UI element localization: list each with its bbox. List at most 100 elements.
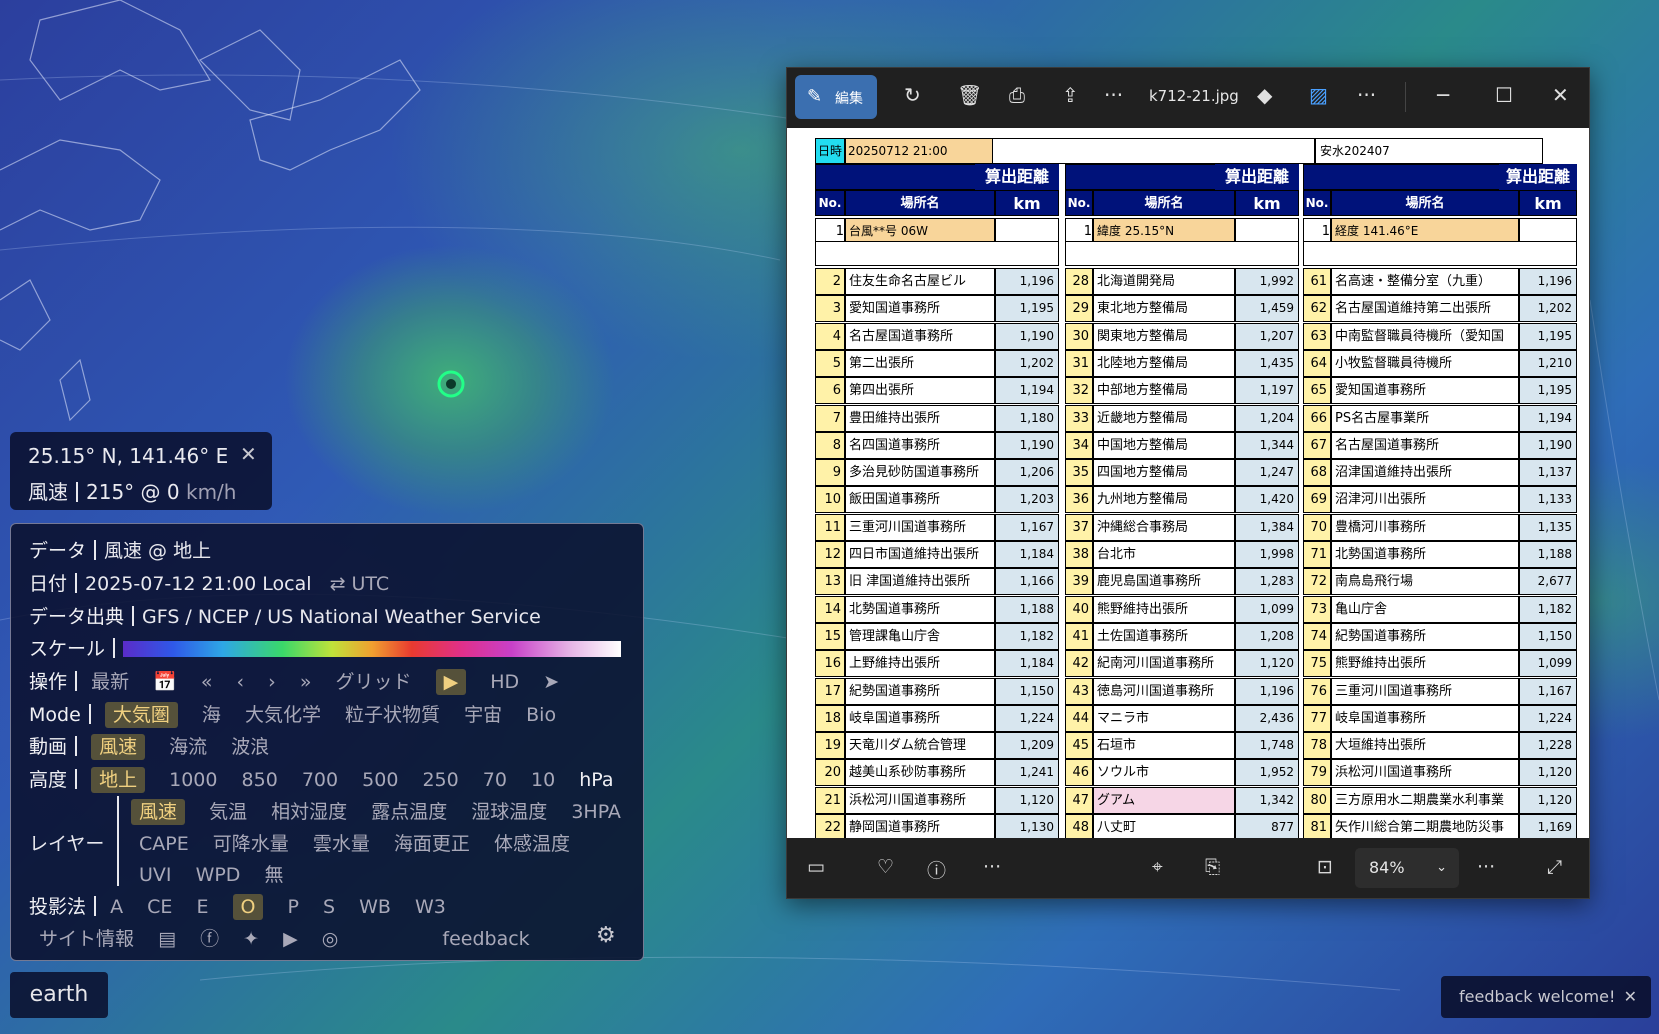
locate-icon[interactable]: ➤ bbox=[543, 671, 559, 693]
text-extract-icon[interactable]: ⎘ bbox=[1205, 856, 1220, 878]
row-distance-km: 1,203 bbox=[995, 486, 1059, 514]
back-far-icon[interactable]: « bbox=[201, 671, 213, 693]
row-place-name: 浜松河川国道事務所 bbox=[845, 786, 995, 814]
proj-ce[interactable]: CE bbox=[147, 896, 172, 918]
close-window-icon[interactable]: ✕ bbox=[1552, 83, 1569, 107]
mode-particulates[interactable]: 粒子状物質 bbox=[345, 704, 440, 726]
row-distance-km: 1,137 bbox=[1519, 459, 1577, 487]
layer-none[interactable]: 無 bbox=[264, 864, 283, 886]
layer-3hpa[interactable]: 3HPA bbox=[571, 801, 621, 823]
height-500[interactable]: 500 bbox=[362, 769, 398, 791]
forward-far-icon[interactable]: » bbox=[300, 671, 312, 693]
mode-atmosphere[interactable]: 大気圏 bbox=[104, 702, 178, 728]
visual-search-icon[interactable]: ⌖ bbox=[1152, 856, 1163, 878]
back-icon[interactable]: ‹ bbox=[237, 671, 245, 693]
proj-p[interactable]: P bbox=[288, 896, 299, 918]
utc-toggle[interactable]: ⇄ UTC bbox=[330, 573, 390, 595]
layer-wpd[interactable]: WPD bbox=[196, 864, 241, 886]
image-canvas[interactable]: 日時 20250712 21:00 安水202407 算出距離 No. 場所名 km 1… bbox=[787, 128, 1589, 838]
row-distance-km: 1,182 bbox=[995, 622, 1059, 650]
layer-cloud-water[interactable]: 雲水量 bbox=[313, 833, 370, 855]
layer-wetbulb[interactable]: 湿球温度 bbox=[471, 801, 547, 823]
proj-e[interactable]: E bbox=[196, 896, 208, 918]
proj-a[interactable]: A bbox=[110, 896, 123, 918]
anim-currents[interactable]: 海流 bbox=[169, 736, 207, 758]
info-icon[interactable]: ⓘ bbox=[927, 856, 946, 883]
mode-ocean[interactable]: 海 bbox=[202, 704, 221, 726]
play-icon[interactable]: ▶ bbox=[435, 669, 467, 695]
layer-cape[interactable]: CAPE bbox=[139, 833, 189, 855]
mode-space[interactable]: 宇宙 bbox=[464, 704, 502, 726]
fullscreen-icon[interactable]: ⤢ bbox=[1547, 856, 1562, 878]
filmstrip-icon[interactable]: ▭ bbox=[807, 856, 825, 878]
row-place-name: 四国地方整備局 bbox=[1093, 459, 1235, 487]
bluesky-icon[interactable]: ✦ bbox=[243, 928, 259, 950]
row-no: 22 bbox=[815, 814, 845, 838]
share-icon[interactable]: ⇪ bbox=[1062, 83, 1079, 107]
proj-w3[interactable]: W3 bbox=[415, 896, 446, 918]
more-options-icon[interactable]: ··· bbox=[1357, 83, 1376, 107]
proj-wb[interactable]: WB bbox=[359, 896, 391, 918]
anim-wind[interactable]: 風速 bbox=[91, 734, 146, 760]
grid-button[interactable]: グリッド bbox=[336, 671, 412, 693]
feedback-link[interactable]: feedback bbox=[442, 928, 529, 950]
row-no: 73 bbox=[1303, 595, 1331, 623]
youtube-icon[interactable]: ▶ bbox=[283, 928, 298, 950]
proj-s[interactable]: S bbox=[323, 896, 335, 918]
minimize-icon[interactable]: ─ bbox=[1437, 83, 1449, 107]
row-place-name: 熊野維持出張所 bbox=[1093, 595, 1235, 623]
forward-icon[interactable]: › bbox=[268, 671, 276, 693]
earth-menu-toggle[interactable]: earth bbox=[10, 972, 108, 1018]
layer-feels-like[interactable]: 体感温度 bbox=[494, 833, 570, 855]
more-bottom-icon[interactable]: ··· bbox=[983, 856, 1001, 878]
proj-o[interactable]: O bbox=[232, 894, 264, 920]
book-icon[interactable]: ▤ bbox=[158, 928, 176, 950]
header-km: km bbox=[1235, 190, 1299, 216]
toast-close-button[interactable]: ✕ bbox=[1624, 976, 1637, 1018]
more-view-icon[interactable]: ··· bbox=[1477, 856, 1495, 878]
layer-sea-level[interactable]: 海面更正 bbox=[394, 833, 470, 855]
layer-uvi[interactable]: UVI bbox=[139, 864, 172, 886]
copilot-icon[interactable]: ◆ bbox=[1257, 83, 1272, 107]
zoom-dropdown[interactable]: 84% ⌄ bbox=[1355, 848, 1459, 888]
height-700[interactable]: 700 bbox=[302, 769, 338, 791]
height-850[interactable]: 850 bbox=[242, 769, 278, 791]
print-icon[interactable]: ⎙ bbox=[1009, 83, 1025, 107]
mode-bio[interactable]: Bio bbox=[526, 704, 556, 726]
actual-size-icon[interactable]: ⊡ bbox=[1317, 856, 1333, 878]
height-1000[interactable]: 1000 bbox=[169, 769, 217, 791]
settings-gear-icon[interactable]: ⚙ bbox=[596, 923, 616, 948]
anim-waves[interactable]: 波浪 bbox=[231, 736, 269, 758]
row-distance-km: 1,241 bbox=[995, 759, 1059, 787]
image-creator-icon[interactable]: ▨ bbox=[1309, 83, 1328, 107]
site-info-link[interactable]: サイト情報 bbox=[39, 928, 134, 950]
height-250[interactable]: 250 bbox=[422, 769, 458, 791]
layer-label: レイヤー bbox=[29, 833, 105, 855]
rotate-icon[interactable]: ↻ bbox=[904, 83, 921, 107]
height-70[interactable]: 70 bbox=[483, 769, 507, 791]
edit-button[interactable]: ✎ 編集 bbox=[795, 75, 877, 119]
maximize-icon[interactable]: ☐ bbox=[1495, 83, 1513, 107]
layer-wind[interactable]: 風速 bbox=[131, 799, 186, 825]
layer-rh[interactable]: 相対湿度 bbox=[271, 801, 347, 823]
facebook-icon[interactable]: ⓕ bbox=[200, 928, 219, 950]
layer-temp[interactable]: 気温 bbox=[209, 801, 247, 823]
hd-button[interactable]: HD bbox=[490, 671, 519, 693]
color-scale-bar[interactable] bbox=[123, 641, 622, 657]
close-readout-button[interactable]: ✕ bbox=[240, 442, 257, 466]
instagram-icon[interactable]: ◎ bbox=[322, 928, 339, 950]
more-icon[interactable]: ··· bbox=[1104, 83, 1123, 107]
latest-button[interactable]: 最新 bbox=[91, 671, 129, 693]
height-surface[interactable]: 地上 bbox=[91, 767, 146, 793]
mode-chem[interactable]: 大気化学 bbox=[245, 704, 321, 726]
row-no: 48 bbox=[1065, 814, 1093, 838]
wind-unit[interactable]: km/h bbox=[186, 480, 236, 504]
favorite-icon[interactable]: ♡ bbox=[877, 856, 894, 878]
layer-dewpoint[interactable]: 露点温度 bbox=[371, 801, 447, 823]
delete-icon[interactable]: 🗑 bbox=[957, 83, 982, 107]
height-10[interactable]: 10 bbox=[531, 769, 555, 791]
layer-tpw[interactable]: 可降水量 bbox=[213, 833, 289, 855]
calendar-icon[interactable]: 📅 bbox=[153, 671, 177, 693]
row-no: 16 bbox=[815, 650, 845, 678]
row-distance-km: 1,224 bbox=[1519, 704, 1577, 732]
